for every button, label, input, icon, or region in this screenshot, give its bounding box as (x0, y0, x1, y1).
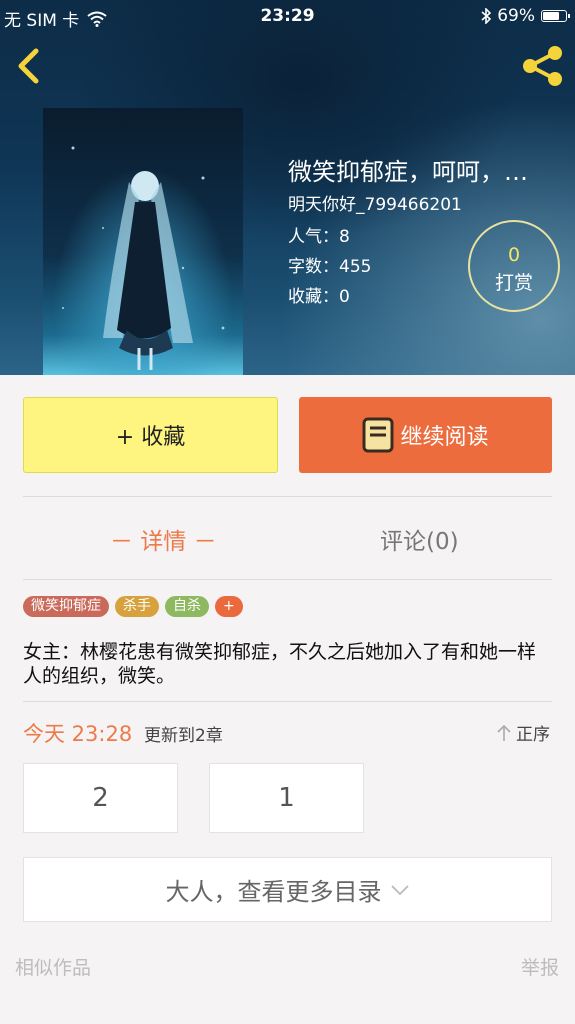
battery-percent: 69% (497, 6, 535, 26)
chapter-button[interactable]: 2 (23, 763, 178, 833)
back-button[interactable] (12, 46, 48, 86)
similar-works-heading: 相似作品 (15, 957, 92, 979)
continue-reading-button[interactable]: 继续阅读 (299, 397, 552, 473)
add-tag-button[interactable]: + (215, 596, 243, 617)
sort-label: 正序 (516, 725, 550, 745)
tab-comments[interactable]: 评论(0) (380, 522, 459, 556)
tag-list: 微笑抑郁症 杀手 自杀 + (23, 596, 243, 617)
tab-detail[interactable]: － 详情 － (110, 522, 217, 556)
bluetooth-icon (481, 8, 492, 24)
chevron-left-icon (18, 48, 39, 84)
reward-button[interactable]: 0 打赏 (468, 220, 560, 312)
status-bar: 无 SIM 卡 23:29 69% (0, 0, 575, 32)
update-time: 今天 23:28 (23, 722, 133, 746)
tag-item[interactable]: 微笑抑郁症 (23, 596, 109, 617)
divider (23, 701, 552, 702)
chevron-down-icon (390, 884, 409, 895)
share-button[interactable] (521, 44, 565, 88)
sort-button[interactable]: 正序 (496, 720, 550, 745)
favorites-value: 0 (339, 287, 350, 307)
favorites-stat: 收藏：0 (288, 287, 350, 307)
reward-count: 0 (507, 244, 521, 266)
divider (23, 496, 552, 497)
cover-illustration (62, 146, 225, 370)
popularity-stat: 人气：8 (288, 227, 350, 247)
word-count-value: 455 (339, 257, 372, 277)
book-header: 无 SIM 卡 23:29 69% 微笑抑郁症，呵呵，… 明天你好_799466… (0, 0, 575, 375)
report-link[interactable]: 举报 (521, 953, 559, 980)
battery-icon (541, 10, 570, 22)
collect-button[interactable]: + 收藏 (23, 397, 278, 473)
book-icon (362, 417, 394, 453)
update-info: 更新到2章 (144, 726, 223, 746)
share-icon (523, 46, 562, 86)
chapter-button[interactable]: 1 (209, 763, 364, 833)
arrow-up-icon (497, 724, 511, 741)
word-count-stat: 字数：455 (288, 257, 372, 277)
book-title: 微笑抑郁症，呵呵，… (288, 158, 528, 186)
more-catalog-button[interactable]: 大人，查看更多目录 (23, 857, 552, 922)
tag-item[interactable]: 自杀 (165, 596, 209, 617)
author-name[interactable]: 明天你好_799466201 (288, 190, 462, 215)
continue-reading-label: 继续阅读 (400, 425, 489, 450)
synopsis: 女主：林樱花患有微笑抑郁症，不久之后她加入了有和她一样人的组织，微笑。 (23, 641, 537, 687)
reward-label: 打赏 (494, 272, 533, 294)
book-cover[interactable] (43, 108, 243, 375)
more-catalog-label: 大人，查看更多目录 (165, 878, 382, 906)
divider (23, 579, 552, 580)
popularity-value: 8 (339, 227, 350, 247)
tag-item[interactable]: 杀手 (115, 596, 159, 617)
